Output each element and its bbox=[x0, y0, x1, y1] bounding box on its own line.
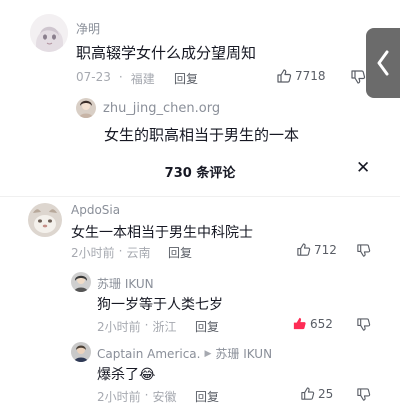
thumbs-down-icon bbox=[357, 388, 371, 401]
thumbs-down-icon bbox=[357, 244, 371, 257]
avatar[interactable] bbox=[71, 342, 91, 362]
comment-author[interactable]: ApdoSia bbox=[71, 203, 120, 217]
comment-date: 07-23 bbox=[76, 70, 111, 84]
comment-location: 云南 bbox=[126, 246, 151, 260]
meta-separator: · bbox=[144, 318, 149, 332]
thumbs-up-filled-icon bbox=[293, 317, 306, 330]
avatar[interactable] bbox=[76, 98, 96, 118]
thumbs-down-icon bbox=[351, 70, 366, 84]
reply-text: 女生的职高相当于男生的一本 bbox=[104, 126, 300, 144]
comment-meta: 07-23 · 福建 bbox=[76, 70, 155, 87]
comment-meta: 2小时前 · 浙江 bbox=[97, 318, 176, 335]
comment-meta: 2小时前 · 安徽 bbox=[97, 388, 176, 405]
reply-arrow-icon: ▶ bbox=[204, 348, 212, 359]
comment-time: 2小时前 bbox=[97, 390, 141, 404]
like-count: 712 bbox=[314, 242, 337, 257]
pet-avatar-icon bbox=[28, 203, 62, 237]
like-button[interactable]: 25 bbox=[300, 386, 333, 401]
comment-time: 2小时前 bbox=[71, 246, 115, 260]
thumbs-up-icon bbox=[297, 243, 311, 256]
person-avatar-icon bbox=[71, 272, 91, 292]
comment-time: 2小时前 bbox=[97, 320, 141, 334]
thumbs-up-icon bbox=[277, 69, 292, 83]
person-avatar-icon bbox=[76, 98, 96, 118]
laughing-emoji-icon: 😂 bbox=[139, 367, 156, 383]
comment-author[interactable]: 净明 bbox=[76, 20, 100, 37]
comment-location: 浙江 bbox=[152, 320, 177, 334]
anime-girl-avatar-icon bbox=[30, 14, 68, 52]
comment-text: 爆杀了 bbox=[97, 367, 139, 383]
comment-count-title: 730 条评论 bbox=[164, 166, 236, 181]
comment-text: 职高辍学女什么成分望周知 bbox=[76, 44, 257, 62]
reply-button[interactable]: 回复 bbox=[195, 388, 219, 405]
comment-author-line: Captain America. ▶ 苏珊 IKUN bbox=[97, 345, 272, 362]
avatar[interactable] bbox=[28, 203, 62, 237]
collapse-handle[interactable] bbox=[366, 28, 400, 98]
chevron-left-icon bbox=[377, 50, 389, 76]
comment-location: 安徽 bbox=[152, 390, 177, 404]
divider bbox=[0, 196, 400, 197]
dislike-button[interactable] bbox=[356, 317, 371, 332]
comment-author[interactable]: Captain America. bbox=[97, 347, 200, 361]
reply-button[interactable]: 回复 bbox=[168, 244, 192, 261]
meta-separator: · bbox=[144, 388, 149, 402]
meta-separator: · bbox=[118, 70, 123, 84]
like-button[interactable]: 7718 bbox=[276, 68, 326, 84]
like-count: 25 bbox=[318, 386, 334, 401]
like-button[interactable]: 652 bbox=[292, 316, 333, 331]
thumbs-up-icon bbox=[301, 387, 315, 400]
comment-text-line: 爆杀了😂 bbox=[97, 364, 155, 384]
dislike-button[interactable] bbox=[356, 387, 371, 402]
comment-location: 福建 bbox=[130, 72, 155, 86]
comment-meta: 2小时前 · 云南 bbox=[71, 244, 150, 261]
thumbs-down-icon bbox=[357, 318, 371, 331]
reply-button[interactable]: 回复 bbox=[195, 318, 219, 335]
person-avatar-icon bbox=[71, 342, 91, 362]
dislike-button[interactable] bbox=[356, 243, 371, 258]
like-button[interactable]: 712 bbox=[296, 242, 337, 257]
close-icon[interactable]: ✕ bbox=[356, 158, 370, 178]
reply-author[interactable]: zhu_jing_chen.org bbox=[103, 101, 220, 116]
avatar[interactable] bbox=[71, 272, 91, 292]
reply-to-author[interactable]: 苏珊 IKUN bbox=[215, 345, 272, 362]
dislike-button[interactable] bbox=[350, 69, 366, 85]
reply-button[interactable]: 回复 bbox=[174, 70, 198, 87]
avatar[interactable] bbox=[30, 14, 68, 52]
meta-separator: · bbox=[118, 244, 123, 258]
like-count: 7718 bbox=[295, 69, 326, 83]
comment-text: 狗一岁等于人类七岁 bbox=[97, 297, 223, 313]
comment-text: 女生一本相当于男生中科院士 bbox=[71, 225, 253, 241]
comment-author[interactable]: 苏珊 IKUN bbox=[97, 275, 154, 292]
like-count: 652 bbox=[310, 316, 333, 331]
